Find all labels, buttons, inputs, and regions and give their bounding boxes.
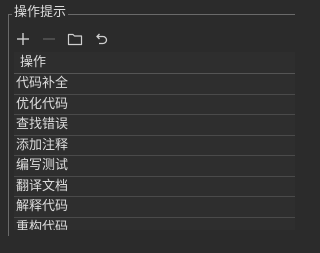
folder-icon xyxy=(67,33,83,46)
add-button[interactable] xyxy=(14,30,32,48)
list-item[interactable]: 解释代码 xyxy=(14,197,295,218)
prompt-list[interactable]: 操作 代码补全 优化代码 查找错误 添加注释 编写测试 翻译文档 解释代码 重构… xyxy=(14,52,295,230)
list-header[interactable]: 操作 xyxy=(14,52,295,74)
undo-icon xyxy=(96,33,108,45)
list-item[interactable]: 重构代码 xyxy=(14,218,295,231)
list-item[interactable]: 优化代码 xyxy=(14,95,295,115)
bottom-area xyxy=(0,236,296,253)
groupbox-title: 操作提示 xyxy=(12,5,69,21)
toolbar xyxy=(14,28,110,50)
remove-button[interactable] xyxy=(40,30,58,48)
list-item[interactable]: 添加注释 xyxy=(14,136,295,156)
reset-button[interactable] xyxy=(92,30,110,48)
list-item[interactable]: 查找错误 xyxy=(14,115,295,136)
list-item[interactable]: 编写测试 xyxy=(14,156,295,177)
open-folder-button[interactable] xyxy=(66,30,84,48)
minus-icon xyxy=(43,38,55,40)
plus-icon xyxy=(17,33,29,45)
list-item[interactable]: 翻译文档 xyxy=(14,177,295,197)
list-item[interactable]: 代码补全 xyxy=(14,74,295,95)
